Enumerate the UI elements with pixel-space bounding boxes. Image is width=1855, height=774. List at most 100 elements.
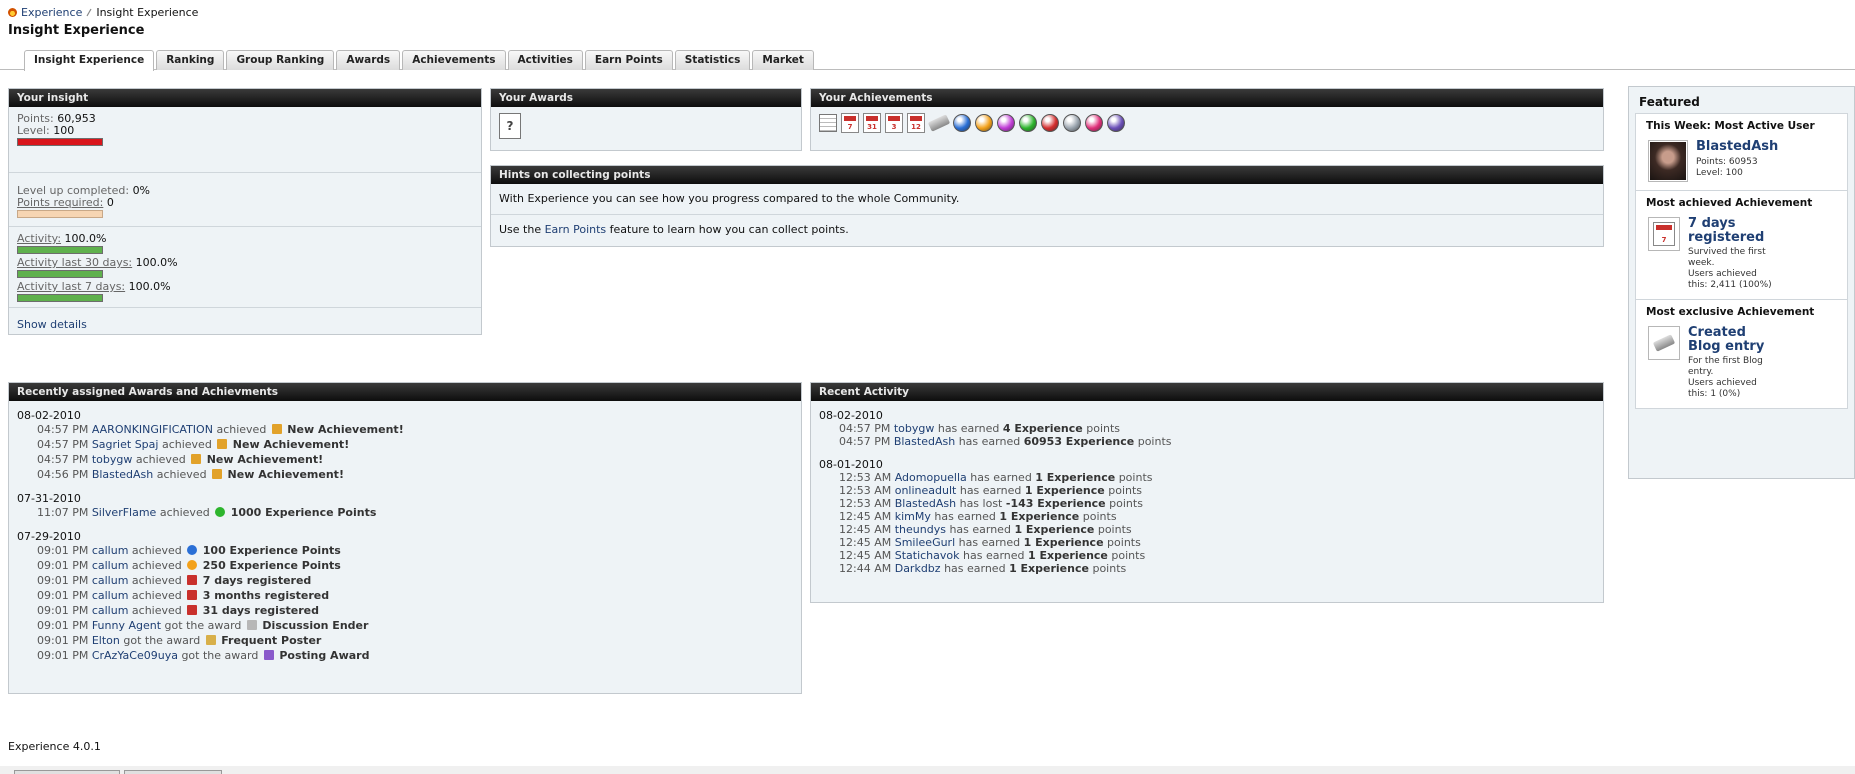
insight-points-section: Points: 60,953 Level: 100 <box>9 107 481 173</box>
most-exclusive-link[interactable]: Created Blog entry <box>1688 325 1764 354</box>
entry-verb: achieved <box>216 423 267 436</box>
calendar-achievement-icon[interactable]: 7 <box>841 113 859 133</box>
user-link[interactable]: SmileeGurl <box>895 536 955 549</box>
award-icon <box>263 650 274 660</box>
user-link[interactable]: Funny Agent <box>92 619 161 632</box>
award-name[interactable]: Discussion Ender <box>262 619 368 632</box>
most-exclusive-desc: For the first Blog entry. <box>1688 356 1763 377</box>
document-achievement-icon[interactable] <box>819 114 837 132</box>
user-link[interactable]: kimMy <box>895 510 931 523</box>
award-name[interactable]: 100 Experience Points <box>203 544 341 557</box>
user-link[interactable]: callum <box>92 559 129 572</box>
tab-activities[interactable]: Activities <box>507 50 583 70</box>
award-name[interactable]: 31 days registered <box>203 604 319 617</box>
user-link[interactable]: AARONKINGIFICATION <box>92 423 213 436</box>
tab-awards[interactable]: Awards <box>336 50 401 70</box>
blog-entry-icon[interactable] <box>927 114 951 132</box>
entry-time: 04:57 PM <box>839 422 891 435</box>
activity7-bar <box>17 294 103 302</box>
points-orb-icon[interactable] <box>1063 114 1081 132</box>
user-link[interactable]: tobygw <box>92 453 133 466</box>
user-link[interactable]: Statichavok <box>895 549 960 562</box>
entry-verb: has earned <box>934 510 996 523</box>
entry-verb: has earned <box>944 562 1006 575</box>
tab-ranking[interactable]: Ranking <box>156 50 225 70</box>
breadcrumb-home-link[interactable]: Experience <box>21 6 82 19</box>
list-item: 09:01 PM callum achieved 250 Experience … <box>17 558 793 573</box>
award-name[interactable]: New Achievement! <box>207 453 323 466</box>
achievement-icon-row: 7 31 3 12 <box>811 107 1603 139</box>
award-name[interactable]: 1000 Experience Points <box>231 506 377 519</box>
footer-button-right[interactable] <box>124 770 222 774</box>
tab-earn-points[interactable]: Earn Points <box>584 50 673 70</box>
activity-label: Activity: <box>17 232 62 245</box>
user-link[interactable]: SilverFlame <box>92 506 157 519</box>
activity7-value: 100.0% <box>128 280 171 293</box>
points-amount: 1 Experience <box>1023 536 1104 549</box>
user-link[interactable]: callum <box>92 544 129 557</box>
award-name[interactable]: New Achievement! <box>287 423 403 436</box>
points-orb-icon[interactable] <box>997 114 1015 132</box>
award-name[interactable]: Frequent Poster <box>221 634 321 647</box>
entry-verb: achieved <box>161 438 212 451</box>
hint-line-2: Use the Earn Points feature to learn how… <box>491 215 1603 244</box>
user-link[interactable]: callum <box>92 589 129 602</box>
entry-time: 09:01 PM <box>37 574 89 587</box>
user-link[interactable]: callum <box>92 604 129 617</box>
user-link[interactable]: Elton <box>92 634 120 647</box>
blog-entry-icon[interactable] <box>1648 326 1680 360</box>
points-orb-icon[interactable] <box>1041 114 1059 132</box>
award-icon <box>205 635 216 645</box>
seven-days-calendar-icon[interactable]: 7 <box>1648 217 1680 251</box>
user-link[interactable]: BlastedAsh <box>894 435 955 448</box>
user-link[interactable]: Adomopuella <box>895 471 967 484</box>
user-link[interactable]: Sagriet Spaj <box>92 438 159 451</box>
award-name[interactable]: 7 days registered <box>203 574 312 587</box>
unknown-award-icon[interactable]: ? <box>499 113 521 139</box>
award-name[interactable]: New Achievement! <box>228 468 344 481</box>
user-avatar[interactable] <box>1648 140 1688 182</box>
tab-statistics[interactable]: Statistics <box>674 50 751 70</box>
activity30-label: Activity last 30 days: <box>17 256 133 269</box>
earn-points-link[interactable]: Earn Points <box>545 223 607 236</box>
insight-levelup-section: Level up completed: 0% Points required: … <box>9 173 481 227</box>
most-achieved-desc: Survived the first week. <box>1688 247 1766 268</box>
award-icon <box>187 560 198 570</box>
calendar-achievement-icon[interactable]: 3 <box>885 113 903 133</box>
award-name[interactable]: 3 months registered <box>203 589 329 602</box>
user-link[interactable]: CrAzYaCe09uya <box>92 649 178 662</box>
user-link[interactable]: callum <box>92 574 129 587</box>
activity30-bar <box>17 270 103 278</box>
award-name[interactable]: Posting Award <box>279 649 369 662</box>
points-orb-icon[interactable] <box>953 114 971 132</box>
tab-group-ranking[interactable]: Group Ranking <box>226 50 335 70</box>
user-link[interactable]: BlastedAsh <box>895 497 956 510</box>
most-achieved-link[interactable]: 7 days registered <box>1688 216 1764 245</box>
level-bar-fill <box>18 139 102 145</box>
calendar-icon-text: 31 <box>867 123 877 131</box>
user-link[interactable]: onlineadult <box>895 484 957 497</box>
user-link[interactable]: tobygw <box>894 422 935 435</box>
hint-text-1: With Experience you can see how you prog… <box>499 192 960 205</box>
tab-achievements[interactable]: Achievements <box>402 50 506 70</box>
footer-button-left[interactable] <box>14 770 120 774</box>
user-link[interactable]: Darkdbz <box>895 562 941 575</box>
most-active-user-label: This Week: Most Active User <box>1646 120 1815 132</box>
tab-market[interactable]: Market <box>752 50 814 70</box>
award-name[interactable]: 250 Experience Points <box>203 559 341 572</box>
user-link[interactable]: BlastedAsh <box>92 468 153 481</box>
points-orb-icon[interactable] <box>1107 114 1125 132</box>
required-bar <box>17 210 103 218</box>
points-orb-icon[interactable] <box>1085 114 1103 132</box>
calendar-achievement-icon[interactable]: 31 <box>863 113 881 133</box>
featured-user-link[interactable]: BlastedAsh <box>1696 139 1778 154</box>
points-orb-icon[interactable] <box>1019 114 1037 132</box>
points-orb-icon[interactable] <box>975 114 993 132</box>
user-link[interactable]: theundys <box>895 523 946 536</box>
achievements-panel: Your Achievements 7 31 3 12 <box>810 88 1604 151</box>
show-details-link[interactable]: Show details <box>17 318 87 331</box>
tab-insight-experience[interactable]: Insight Experience <box>24 50 155 71</box>
award-name[interactable]: New Achievement! <box>233 438 349 451</box>
list-item: 04:57 PM BlastedAsh has earned 60953 Exp… <box>819 435 1595 448</box>
calendar-achievement-icon[interactable]: 12 <box>907 113 925 133</box>
